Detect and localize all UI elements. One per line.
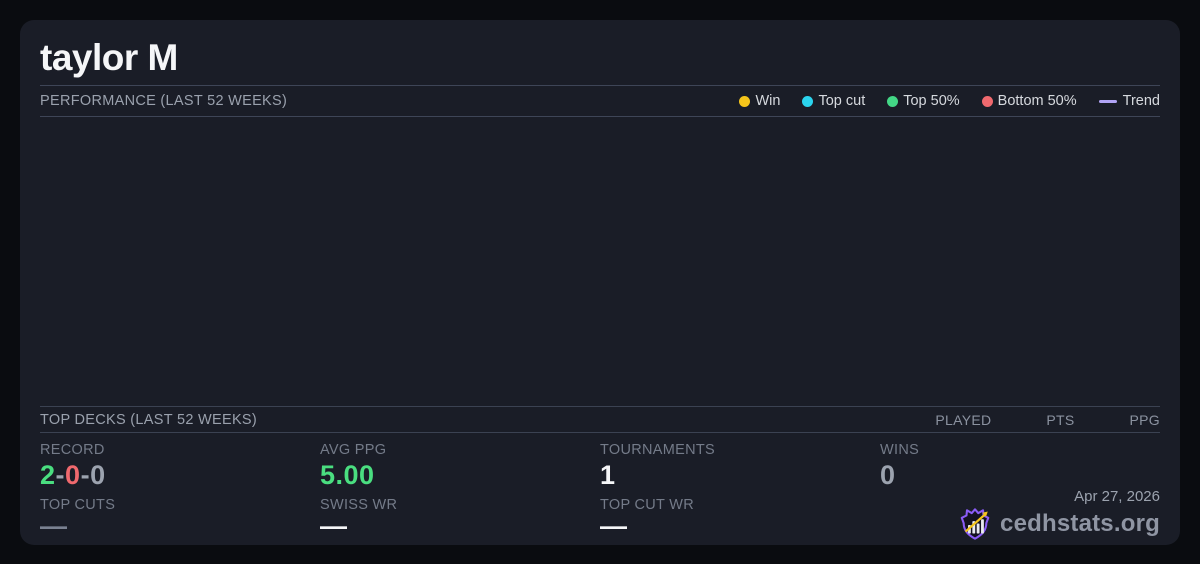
- legend-item-trend: Trend: [1098, 93, 1160, 109]
- stat-label-wins: WINS: [880, 442, 920, 458]
- stat-value-part: 0: [65, 460, 81, 490]
- brand-row[interactable]: cedhstats.org: [958, 507, 1160, 541]
- stat-label-record: RECORD: [40, 442, 105, 458]
- stat-value-part: —: [600, 511, 628, 541]
- legend-item-win: Win: [739, 93, 780, 109]
- top-decks-section-label: TOP DECKS (LAST 52 WEEKS): [40, 411, 258, 428]
- legend-label-bottom-50: Bottom 50%: [997, 93, 1077, 109]
- stat-value-part: 5.00: [320, 460, 375, 490]
- top-cut-dot-icon: [802, 95, 814, 107]
- stat-value-part: -: [80, 460, 91, 490]
- top-decks-columns: PLAYED PTS PPG: [880, 412, 1160, 428]
- stat-value-swiss-wr: —: [320, 511, 600, 541]
- stat-value-top-cut-wr: —: [600, 511, 880, 541]
- legend-item-top-cut: Top cut: [802, 93, 865, 109]
- stat-value-record: 2-0-0: [40, 461, 320, 489]
- stat-column-record: RECORD 2-0-0 TOP CUTS —: [40, 433, 320, 541]
- stat-label-avg-ppg: AVG PPG: [320, 442, 387, 458]
- bottom-50-dot-icon: [981, 95, 993, 107]
- stat-value-part: 0: [90, 460, 106, 490]
- stat-value-part: —: [320, 511, 348, 541]
- stat-value-avg-ppg: 5.00: [320, 461, 600, 489]
- legend-item-top-50: Top 50%: [887, 93, 960, 109]
- footer-right: Apr 27, 2026 cedhstats.org: [958, 488, 1160, 541]
- top-50-dot-icon: [887, 95, 899, 107]
- player-stats-card: taylor M PERFORMANCE (LAST 52 WEEKS) Win…: [20, 20, 1180, 545]
- stat-column-tournaments: TOURNAMENTS 1 TOP CUT WR —: [600, 433, 880, 541]
- top-decks-header-row: TOP DECKS (LAST 52 WEEKS) PLAYED PTS PPG: [40, 406, 1160, 433]
- stat-label-top-cuts: TOP CUTS: [40, 497, 116, 513]
- stat-column-avg-ppg: AVG PPG 5.00 SWISS WR —: [320, 433, 600, 541]
- win-dot-icon: [739, 95, 751, 107]
- top-decks-column-played: PLAYED: [935, 411, 992, 428]
- top-decks-column-pts: PTS: [1046, 411, 1075, 428]
- stat-value-tournaments: 1: [600, 461, 880, 489]
- performance-section-label: PERFORMANCE (LAST 52 WEEKS): [40, 93, 288, 109]
- brand-name: cedhstats.org: [1000, 510, 1160, 537]
- stat-value-part: 1: [600, 460, 616, 490]
- stat-value-wins: 0: [880, 461, 1160, 489]
- trend-line-icon: [1098, 99, 1117, 103]
- legend-label-top-50: Top 50%: [903, 93, 960, 109]
- stat-label-top-cut-wr: TOP CUT WR: [600, 497, 695, 513]
- legend-label-win: Win: [755, 93, 781, 109]
- stats-area: RECORD 2-0-0 TOP CUTS — AVG PPG 5.00 SWISS WR —…: [40, 433, 1160, 545]
- stat-label-swiss-wr: SWISS WR: [320, 497, 398, 513]
- performance-header-row: PERFORMANCE (LAST 52 WEEKS) Win Top cut To…: [40, 85, 1160, 117]
- stat-value-top-cuts: —: [40, 511, 320, 541]
- top-decks-column-ppg: PPG: [1129, 411, 1160, 428]
- stat-label-tournaments: TOURNAMENTS: [600, 442, 716, 458]
- performance-legend: Win Top cut Top 50% Bottom 50% Trend: [739, 93, 1160, 109]
- stat-value-part: 0: [880, 460, 896, 490]
- stat-value-part: 2: [40, 460, 56, 490]
- stat-value-part: -: [55, 460, 66, 490]
- legend-item-bottom-50: Bottom 50%: [981, 93, 1077, 109]
- performance-chart-area: [40, 117, 1160, 406]
- cedhstats-shield-chart-icon: [960, 508, 990, 540]
- legend-label-top-cut: Top cut: [818, 93, 866, 109]
- page-title: taylor M: [40, 37, 178, 78]
- legend-label-trend: Trend: [1122, 93, 1160, 109]
- stat-value-part: —: [40, 511, 68, 541]
- report-date: Apr 27, 2026: [1074, 488, 1160, 505]
